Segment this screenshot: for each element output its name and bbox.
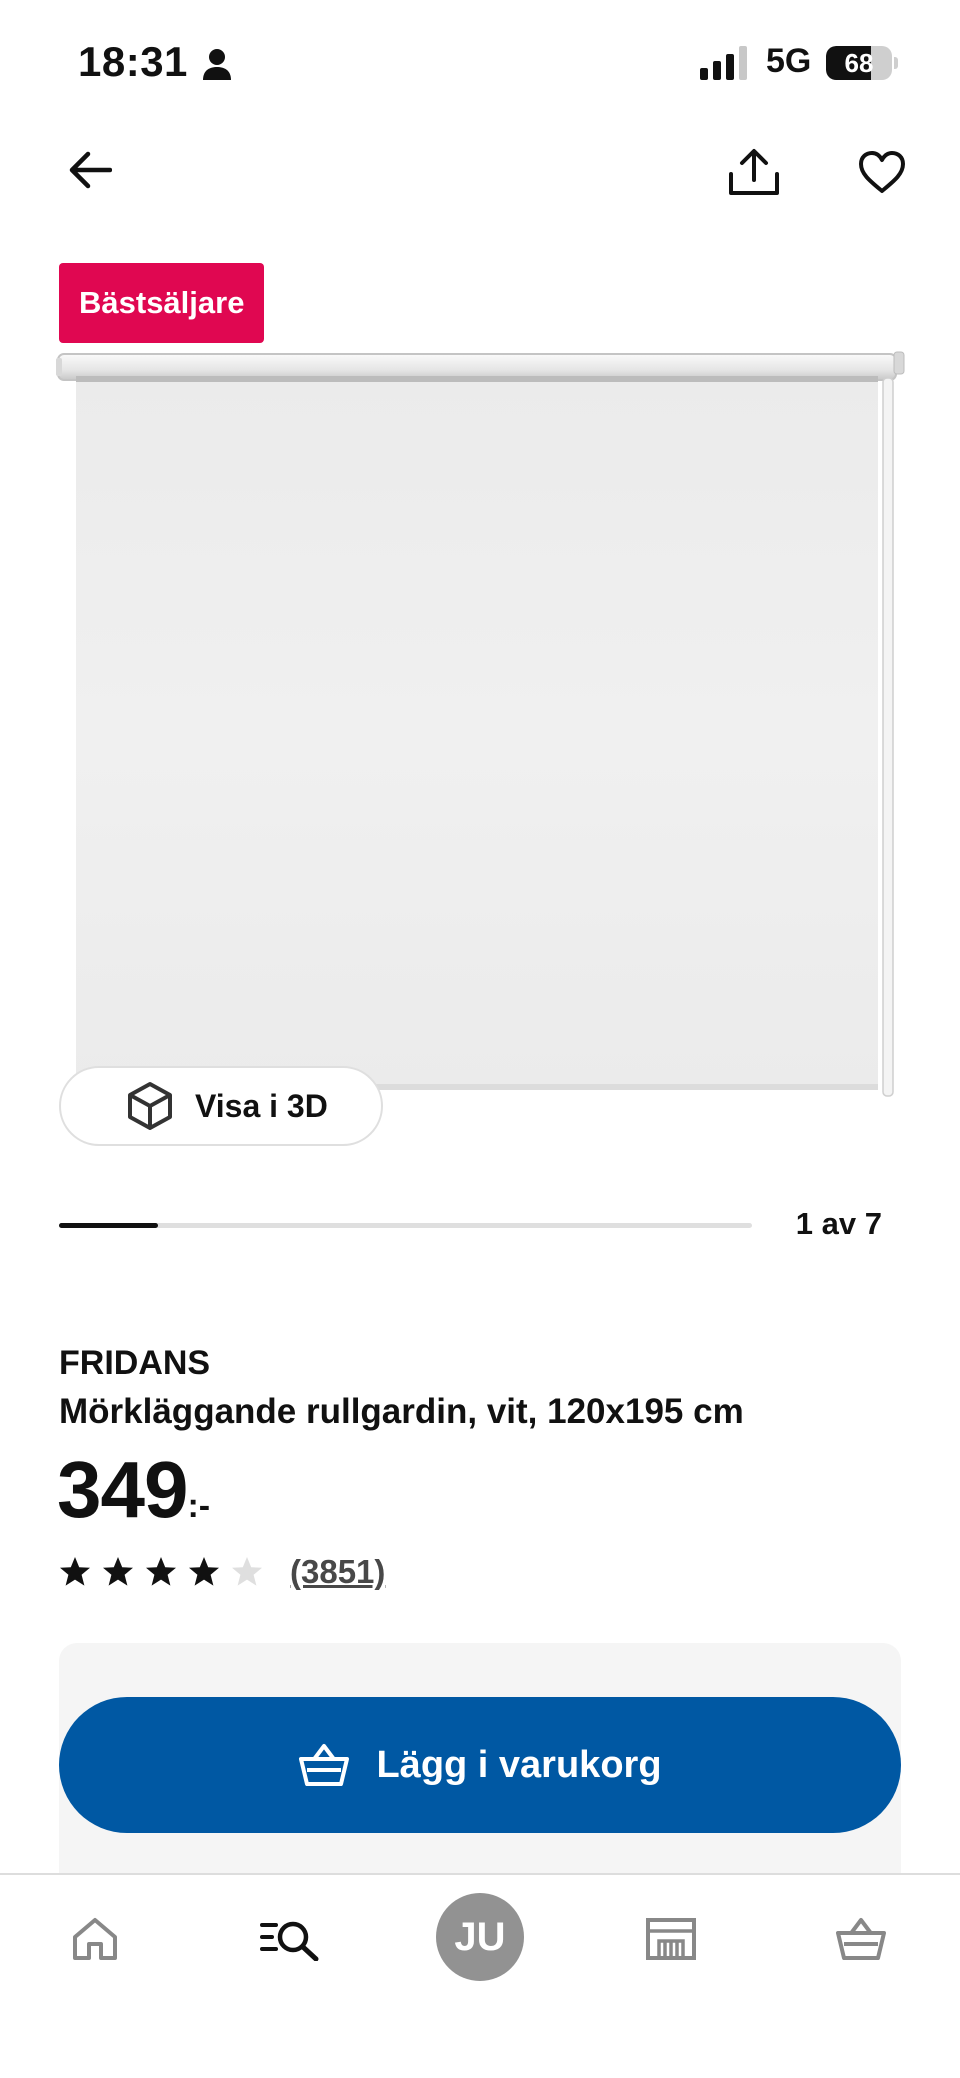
add-to-cart-button[interactable]: Lägg i varukorg bbox=[59, 1697, 901, 1833]
star-filled-icon bbox=[60, 1557, 90, 1586]
view-3d-button[interactable]: Visa i 3D bbox=[59, 1066, 383, 1146]
share-button[interactable] bbox=[722, 140, 786, 204]
network-type: 5G bbox=[766, 42, 812, 80]
nav-home[interactable] bbox=[60, 1901, 130, 1977]
bestseller-badge: Bästsäljare bbox=[59, 263, 265, 343]
home-icon bbox=[73, 1918, 117, 1960]
cube-icon bbox=[128, 1082, 172, 1130]
star-filled-icon bbox=[103, 1557, 133, 1586]
price-suffix: :- bbox=[187, 1487, 211, 1525]
star-filled-icon bbox=[146, 1557, 176, 1586]
signal-icon bbox=[700, 46, 747, 80]
battery-icon: 68 bbox=[826, 46, 898, 80]
bottom-nav: JU bbox=[0, 1873, 960, 2078]
star-filled-icon bbox=[189, 1557, 219, 1586]
add-to-cart-label: Lägg i varukorg bbox=[376, 1743, 662, 1786]
avatar[interactable]: JU bbox=[436, 1893, 524, 1981]
person-icon bbox=[203, 49, 231, 80]
nav-store[interactable] bbox=[636, 1901, 706, 1977]
nav-cart[interactable] bbox=[826, 1901, 896, 1977]
view-3d-label: Visa i 3D bbox=[195, 1087, 328, 1124]
share-icon bbox=[729, 149, 779, 195]
back-button[interactable] bbox=[60, 140, 120, 200]
favorite-button[interactable] bbox=[852, 142, 912, 202]
battery-level: 68 bbox=[844, 48, 874, 78]
image-counter: 1 av 7 bbox=[795, 1206, 882, 1241]
basket-icon bbox=[836, 1918, 886, 1960]
status-bar: 18:31 5G 68 bbox=[0, 0, 960, 130]
product-description: Mörkläggande rullgardin, vit, 120x195 cm bbox=[59, 1392, 744, 1431]
rating-stars bbox=[59, 1556, 274, 1588]
carousel-progress bbox=[59, 1223, 752, 1228]
product-rating[interactable]: (3851) bbox=[59, 1550, 385, 1594]
product-image[interactable] bbox=[56, 350, 906, 1100]
product-price: 349 :- bbox=[57, 1445, 210, 1535]
basket-icon bbox=[299, 1744, 350, 1786]
store-icon bbox=[646, 1918, 696, 1960]
carousel-progress-fill bbox=[59, 1223, 158, 1228]
star-empty-icon bbox=[232, 1557, 262, 1586]
status-time: 18:31 bbox=[78, 38, 188, 85]
heart-icon bbox=[859, 151, 905, 193]
price-value: 349 bbox=[57, 1445, 188, 1534]
product-brand: FRIDANS bbox=[59, 1344, 211, 1382]
arrow-left-icon bbox=[69, 151, 112, 189]
review-count-link[interactable]: (3851) bbox=[290, 1553, 385, 1591]
nav-search[interactable] bbox=[252, 1901, 328, 1977]
search-icon bbox=[260, 1921, 319, 1961]
